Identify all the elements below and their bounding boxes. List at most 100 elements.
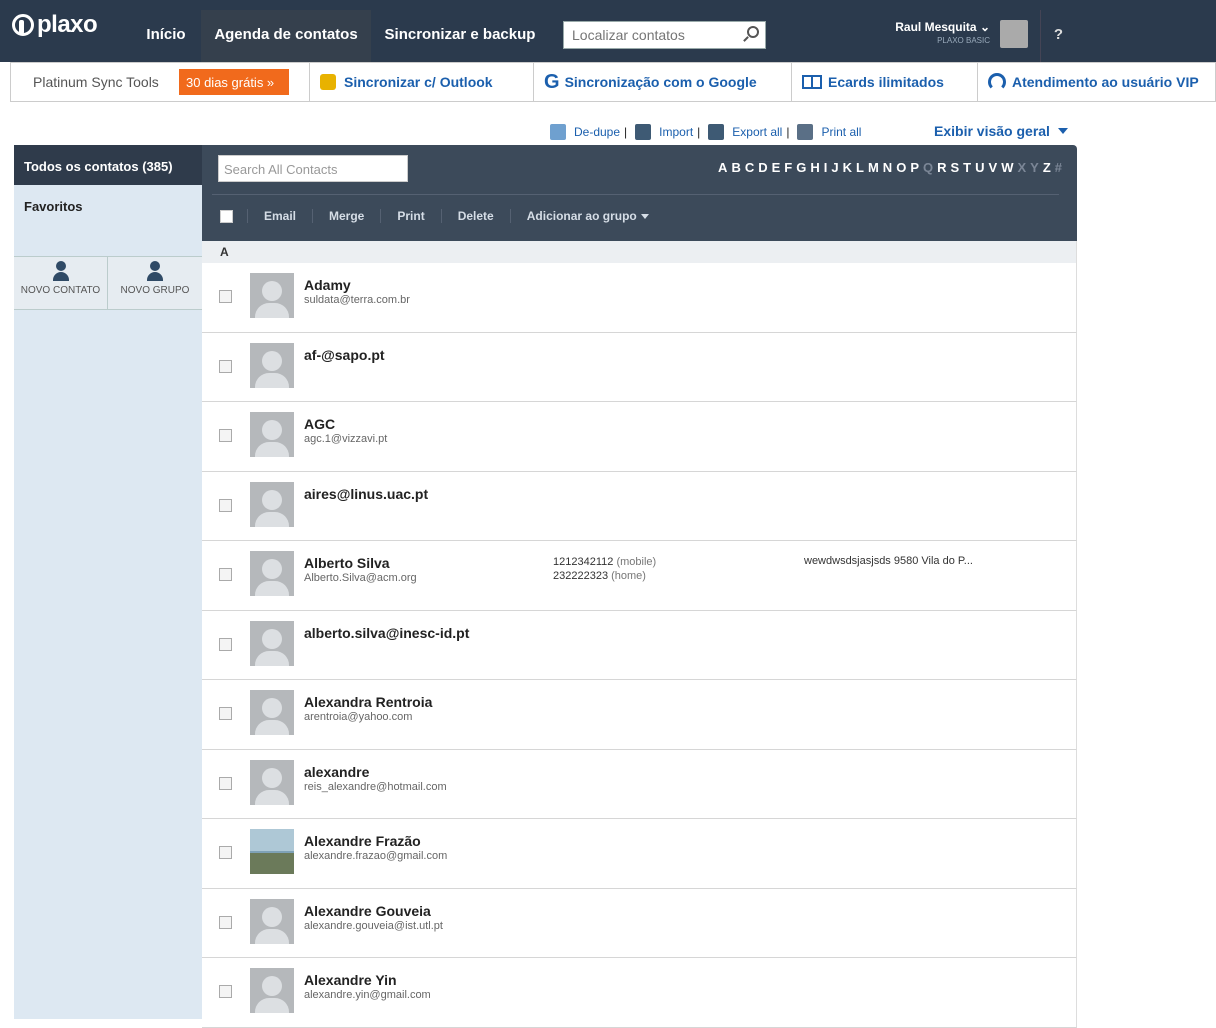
select-all-checkbox[interactable] bbox=[220, 209, 233, 223]
sync-outlook-link[interactable]: Sincronizar c/ Outlook bbox=[309, 63, 531, 101]
contact-row[interactable]: AGC agc.1@vizzavi.pt bbox=[202, 402, 1077, 472]
contact-checkbox[interactable] bbox=[219, 429, 232, 442]
contact-photo[interactable] bbox=[250, 273, 294, 318]
alphabet-letter[interactable]: U bbox=[975, 160, 984, 175]
contact-row[interactable]: aires@linus.uac.pt bbox=[202, 471, 1077, 541]
alphabet-letter[interactable]: Z bbox=[1043, 160, 1051, 175]
new-contact-button[interactable]: NOVO CONTATO bbox=[14, 257, 108, 309]
contact-checkbox[interactable] bbox=[219, 498, 232, 512]
alphabet-letter[interactable]: N bbox=[883, 160, 892, 175]
nav-tab-agenda[interactable]: Agenda de contatos bbox=[201, 10, 371, 62]
user-menu[interactable]: Raul Mesquita ⌄ PLAXO BASIC bbox=[868, 20, 990, 45]
user-avatar[interactable] bbox=[1000, 20, 1028, 48]
contact-checkbox[interactable] bbox=[219, 568, 232, 581]
free-trial-button[interactable]: 30 dias grátis » bbox=[179, 69, 289, 95]
alphabet-letter[interactable]: G bbox=[796, 160, 806, 175]
contact-photo[interactable] bbox=[250, 968, 294, 1013]
contact-row[interactable]: Adamy suldata@terra.com.br bbox=[202, 263, 1077, 333]
alphabet-letter[interactable]: Q bbox=[923, 160, 933, 175]
contact-name[interactable]: Alexandre Yin bbox=[304, 972, 397, 988]
alphabet-letter[interactable]: H bbox=[810, 160, 819, 175]
alphabet-letter[interactable]: Y bbox=[1030, 160, 1039, 175]
alphabet-letter[interactable]: T bbox=[963, 160, 971, 175]
alphabet-letter[interactable]: L bbox=[856, 160, 864, 175]
contact-checkbox[interactable] bbox=[219, 776, 232, 790]
contact-name[interactable]: Alexandre Frazão bbox=[304, 833, 421, 849]
contact-row[interactable]: Alexandre Yin alexandre.yin@gmail.com bbox=[202, 958, 1077, 1028]
vip-support-link[interactable]: Atendimento ao usuário VIP bbox=[977, 63, 1216, 101]
contact-row[interactable]: af-@sapo.pt bbox=[202, 332, 1077, 402]
export-link[interactable]: Export all bbox=[704, 124, 782, 140]
sync-google-link[interactable]: G Sincronização com o Google bbox=[533, 63, 789, 101]
alphabet-letter[interactable]: E bbox=[772, 160, 781, 175]
contact-checkbox[interactable] bbox=[219, 846, 232, 859]
alphabet-letter[interactable]: # bbox=[1055, 160, 1062, 175]
alphabet-letter[interactable]: C bbox=[745, 160, 754, 175]
alphabet-letter[interactable]: S bbox=[951, 160, 960, 175]
alphabet-letter[interactable]: J bbox=[831, 160, 838, 175]
contact-photo[interactable] bbox=[250, 898, 294, 944]
contact-row[interactable]: alberto.silva@inesc-id.pt bbox=[202, 610, 1077, 680]
contact-name[interactable]: alexandre bbox=[304, 764, 369, 780]
contact-name[interactable]: Alberto Silva bbox=[304, 555, 390, 571]
email-action[interactable]: Email bbox=[247, 209, 312, 223]
alphabet-letter[interactable]: M bbox=[868, 160, 879, 175]
nav-tab-inicio[interactable]: Início bbox=[136, 10, 196, 62]
contact-row[interactable]: Alexandre Frazão alexandre.frazao@gmail.c… bbox=[202, 819, 1077, 889]
alphabet-letter[interactable]: W bbox=[1001, 160, 1013, 175]
contact-photo[interactable] bbox=[250, 620, 294, 666]
search-icon[interactable] bbox=[747, 26, 759, 38]
merge-action[interactable]: Merge bbox=[312, 209, 380, 223]
alphabet-letter[interactable]: P bbox=[910, 160, 919, 175]
alphabet-letter[interactable]: K bbox=[843, 160, 852, 175]
contact-checkbox[interactable] bbox=[219, 985, 232, 998]
contact-row[interactable]: Alberto Silva Alberto.Silva@acm.org 121234… bbox=[202, 541, 1077, 611]
contact-name[interactable]: af-@sapo.pt bbox=[304, 347, 385, 363]
alphabet-letter[interactable]: O bbox=[896, 160, 906, 175]
alphabet-letter[interactable]: D bbox=[758, 160, 767, 175]
contact-name[interactable]: aires@linus.uac.pt bbox=[304, 486, 428, 502]
alphabet-letter[interactable]: A bbox=[718, 160, 727, 175]
contact-checkbox[interactable] bbox=[219, 915, 232, 929]
alphabet-letter[interactable]: B bbox=[731, 160, 740, 175]
print-action[interactable]: Print bbox=[380, 209, 440, 223]
sidebar-item-favorites[interactable]: Favoritos bbox=[14, 185, 202, 255]
delete-action[interactable]: Delete bbox=[440, 209, 510, 223]
help-button[interactable]: ? bbox=[1040, 10, 1076, 62]
ecards-link[interactable]: Ecards ilimitados bbox=[791, 63, 975, 101]
contact-row[interactable]: alexandre reis_alexandre@hotmail.com bbox=[202, 749, 1077, 819]
print-all-link[interactable]: Print all bbox=[793, 124, 861, 140]
contact-checkbox[interactable] bbox=[219, 637, 232, 651]
new-group-button[interactable]: NOVO GRUPO bbox=[108, 257, 202, 309]
contact-name[interactable]: Adamy bbox=[304, 277, 351, 293]
contact-row[interactable]: Alexandre Gouveia alexandre.gouveia@ist.u… bbox=[202, 888, 1077, 958]
contact-checkbox[interactable] bbox=[219, 359, 232, 373]
contact-name[interactable]: alberto.silva@inesc-id.pt bbox=[304, 625, 469, 641]
contact-row[interactable]: Alexandra Rentroia arentroia@yahoo.com bbox=[202, 680, 1077, 750]
sidebar-item-all-contacts[interactable]: Todos os contatos (385) bbox=[14, 145, 202, 185]
contact-name[interactable]: AGC bbox=[304, 416, 335, 432]
contact-photo[interactable] bbox=[250, 481, 294, 527]
contact-name[interactable]: Alexandra Rentroia bbox=[304, 694, 432, 710]
alphabet-letter[interactable]: X bbox=[1017, 160, 1026, 175]
nav-tab-sync[interactable]: Sincronizar e backup bbox=[374, 10, 546, 62]
alphabet-letter[interactable]: F bbox=[784, 160, 792, 175]
contact-photo[interactable] bbox=[250, 690, 294, 735]
contact-photo[interactable] bbox=[250, 342, 294, 388]
alphabet-letter[interactable]: R bbox=[937, 160, 946, 175]
contact-checkbox[interactable] bbox=[219, 707, 232, 720]
import-link[interactable]: Import bbox=[631, 124, 693, 140]
contacts-search-input[interactable]: Search All Contacts bbox=[218, 155, 408, 182]
dedupe-link[interactable]: De-dupe bbox=[546, 124, 620, 140]
contact-photo[interactable] bbox=[250, 551, 294, 596]
contact-checkbox[interactable] bbox=[219, 290, 232, 303]
plaxo-logo[interactable]: plaxo bbox=[12, 11, 98, 39]
contact-name[interactable]: Alexandre Gouveia bbox=[304, 903, 431, 919]
overview-dropdown[interactable]: Exibir visão geral bbox=[934, 123, 1068, 139]
add-to-group-dropdown[interactable]: Adicionar ao grupo bbox=[509, 209, 665, 223]
contact-photo[interactable] bbox=[250, 829, 294, 874]
alphabet-letter[interactable]: V bbox=[989, 160, 998, 175]
contact-photo[interactable] bbox=[250, 412, 294, 457]
contact-photo[interactable] bbox=[250, 759, 294, 805]
alphabet-letter[interactable]: I bbox=[824, 160, 828, 175]
